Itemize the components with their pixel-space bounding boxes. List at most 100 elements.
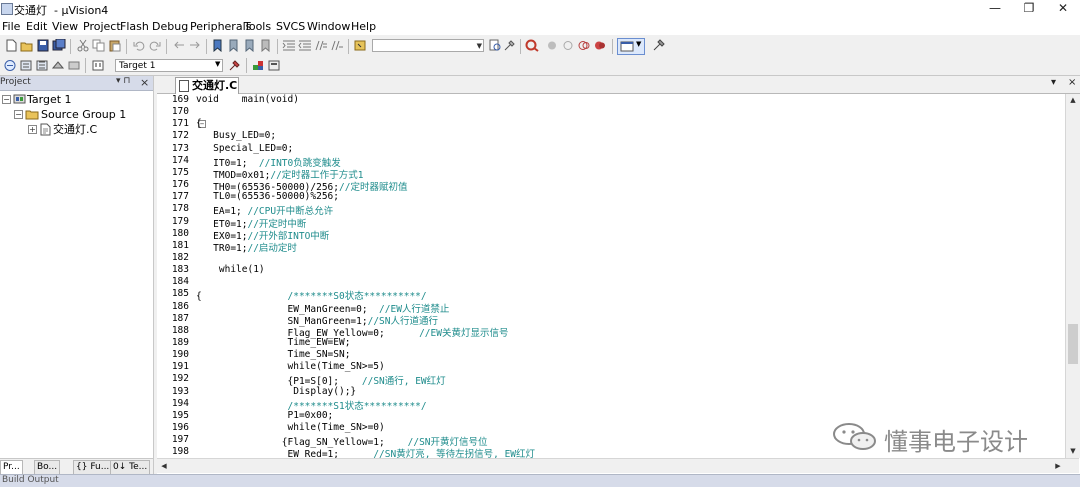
- menu-debug[interactable]: Debug: [152, 20, 188, 33]
- stop-build-icon[interactable]: [67, 59, 81, 72]
- collapse-icon[interactable]: −: [14, 110, 23, 119]
- code-line[interactable]: Special_LED=0;: [196, 143, 293, 154]
- code-line[interactable]: while(Time_SN>=0): [196, 422, 385, 433]
- tab-source-file[interactable]: 交通灯.C: [175, 77, 239, 94]
- batch-build-icon[interactable]: [51, 59, 65, 72]
- unindent-icon[interactable]: [298, 39, 312, 52]
- tab-functions[interactable]: {} Fu...: [73, 460, 113, 475]
- window-layout-icon: [620, 41, 634, 52]
- tab-books[interactable]: Bo...: [34, 460, 61, 475]
- menu-flash[interactable]: Flash: [120, 20, 149, 33]
- code-line[interactable]: {: [196, 118, 202, 129]
- menu-window[interactable]: Window: [307, 20, 350, 33]
- close-window-button[interactable]: ✕: [1046, 0, 1080, 17]
- chevron-down-icon[interactable]: ▼: [215, 60, 220, 68]
- code-line[interactable]: Display();}: [196, 386, 356, 397]
- vertical-scrollbar[interactable]: ▲ ▼: [1065, 94, 1080, 458]
- menu-edit[interactable]: Edit: [26, 20, 47, 33]
- build-icon[interactable]: [19, 59, 33, 72]
- toolbar-separator: [166, 39, 167, 54]
- disable-breakpoints-icon[interactable]: [577, 39, 591, 52]
- comment-icon[interactable]: [314, 39, 328, 52]
- rebuild-icon[interactable]: [35, 59, 49, 72]
- menu-peripherals[interactable]: Peripherals: [190, 20, 251, 33]
- cut-icon[interactable]: [76, 39, 90, 52]
- redo-icon[interactable]: [148, 39, 162, 52]
- open-folder-icon[interactable]: [20, 39, 34, 52]
- menu-project[interactable]: Project: [83, 20, 121, 33]
- bookmark-icon[interactable]: [211, 39, 225, 52]
- toolbar-separator: [348, 39, 349, 54]
- chevron-down-icon[interactable]: ▼: [477, 40, 482, 53]
- menu-tools[interactable]: Tools: [244, 20, 271, 33]
- scroll-up-icon[interactable]: ▲: [1066, 94, 1080, 107]
- scroll-left-icon[interactable]: ◀: [157, 459, 171, 473]
- code-line[interactable]: Busy_LED=0;: [196, 130, 276, 141]
- navigate-back-icon[interactable]: [172, 39, 186, 52]
- tab-project[interactable]: Pr...: [0, 460, 23, 475]
- code-line[interactable]: EW_Red=1; //SN黄灯亮, 等待左拐信号, EW红灯: [196, 446, 536, 458]
- configure-icon[interactable]: [503, 39, 517, 52]
- code-line[interactable]: while(Time_SN>=5): [196, 361, 385, 372]
- tree-item-source-file[interactable]: + 交通灯.C: [28, 122, 97, 137]
- code-line[interactable]: {P1=S[0]; //SN通行, EW红灯: [196, 373, 446, 387]
- code-line[interactable]: P1=0x00;: [196, 410, 334, 421]
- find-in-files-icon[interactable]: [354, 39, 368, 52]
- menu-svcs[interactable]: SVCS: [276, 20, 305, 33]
- code-line[interactable]: while(1): [196, 264, 265, 275]
- panel-pin-icon[interactable]: ▾ ⊓: [116, 76, 130, 86]
- minimize-button[interactable]: —: [978, 0, 1012, 17]
- indent-icon[interactable]: [282, 39, 296, 52]
- scroll-right-icon[interactable]: ▶: [1051, 459, 1065, 473]
- tab-list-icon[interactable]: ▾: [1051, 77, 1056, 88]
- debug-session-icon[interactable]: [525, 39, 539, 52]
- find-combo[interactable]: ▼: [372, 39, 484, 52]
- next-bookmark-icon[interactable]: [243, 39, 257, 52]
- code-line[interactable]: { /*******S0状态**********/: [196, 288, 427, 302]
- code-line[interactable]: TR0=1;//启动定时: [196, 240, 297, 254]
- paste-icon[interactable]: [108, 39, 122, 52]
- maximize-button[interactable]: ❐: [1012, 0, 1046, 17]
- expand-icon[interactable]: +: [28, 125, 37, 134]
- code-line[interactable]: EA=1; //CPU开中断总允许: [196, 203, 333, 217]
- clear-bookmarks-icon[interactable]: [259, 39, 273, 52]
- code-area[interactable]: 169 void main(void) 170 171−{172 Busy_LED=0…: [157, 94, 1065, 458]
- menu-file[interactable]: File: [2, 20, 20, 33]
- save-all-icon[interactable]: [52, 39, 66, 52]
- uncomment-icon[interactable]: [330, 39, 344, 52]
- copy-icon[interactable]: [92, 39, 106, 52]
- tree-item-target[interactable]: − Target 1: [2, 92, 72, 107]
- collapse-icon[interactable]: −: [2, 95, 11, 104]
- new-file-icon[interactable]: [4, 39, 18, 52]
- tab-templates[interactable]: 0↓ Te...: [110, 460, 151, 475]
- file-extensions-icon[interactable]: [267, 59, 281, 72]
- breakpoint-icon[interactable]: [545, 39, 559, 52]
- navigate-forward-icon[interactable]: [188, 39, 202, 52]
- target-select[interactable]: Target 1: [115, 59, 223, 72]
- close-tab-icon[interactable]: ×: [1068, 77, 1076, 88]
- window-layout-button[interactable]: ▼: [617, 38, 645, 55]
- code-line[interactable]: Time_EW=EW;: [196, 337, 351, 348]
- code-line[interactable]: TL0=(65536-50000)%256;: [196, 191, 339, 202]
- horizontal-scrollbar[interactable]: ◀ ▶: [157, 458, 1079, 473]
- menu-view[interactable]: View: [52, 20, 78, 33]
- scroll-thumb[interactable]: [1068, 324, 1078, 364]
- scroll-down-icon[interactable]: ▼: [1066, 445, 1080, 458]
- code-line[interactable]: Time_SN=SN;: [196, 349, 351, 360]
- download-icon[interactable]: [91, 59, 105, 72]
- line-number: 188: [171, 325, 189, 336]
- tree-item-source-group[interactable]: − Source Group 1: [14, 107, 126, 122]
- save-icon[interactable]: [36, 39, 50, 52]
- enable-breakpoint-icon[interactable]: [561, 39, 575, 52]
- menu-help[interactable]: Help: [351, 20, 376, 33]
- translate-icon[interactable]: [3, 59, 17, 72]
- undo-icon[interactable]: [132, 39, 146, 52]
- panel-close-icon[interactable]: ×: [140, 76, 149, 89]
- prev-bookmark-icon[interactable]: [227, 39, 241, 52]
- manage-components-icon[interactable]: [251, 59, 265, 72]
- target-options-icon[interactable]: [228, 59, 242, 72]
- kill-breakpoints-icon[interactable]: [593, 39, 607, 52]
- tools-wrench-icon[interactable]: [652, 39, 666, 52]
- incremental-find-icon[interactable]: [488, 39, 502, 52]
- code-line[interactable]: void main(void): [196, 94, 299, 105]
